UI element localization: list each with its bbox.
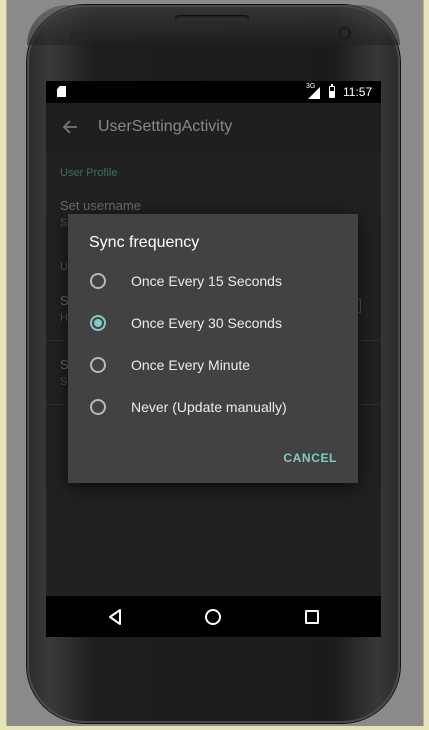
preference-username-title[interactable]: Set username [60, 198, 141, 213]
proximity-sensor [69, 32, 91, 39]
radio-button[interactable] [90, 273, 106, 289]
window-frame-bottom [0, 726, 429, 730]
option-label: Once Every 15 Seconds [131, 273, 282, 289]
option-label: Once Every 30 Seconds [131, 315, 282, 331]
option-30-seconds[interactable]: Once Every 30 Seconds [68, 303, 358, 345]
option-label: Once Every Minute [131, 357, 251, 373]
status-clock: 11:57 [343, 85, 373, 99]
sync-frequency-dialog: Sync frequency Once Every 15 Seconds Onc… [68, 214, 358, 483]
preference-2-summary: H [60, 312, 68, 324]
cancel-button[interactable]: CANCEL [283, 451, 337, 465]
network-type: 3G [306, 83, 316, 90]
window-frame-right [423, 0, 429, 730]
speaker-grille [175, 15, 249, 23]
navigation-bar [46, 596, 381, 637]
front-camera [339, 27, 351, 39]
option-label: Never (Update manually) [131, 399, 287, 415]
dialog-title: Sync frequency [89, 234, 200, 251]
preference-username-summary: S [60, 217, 68, 229]
status-bar: 3G 11:57 [46, 81, 381, 103]
radio-button-selected[interactable] [90, 315, 106, 331]
window-frame-left [0, 0, 7, 730]
option-every-minute[interactable]: Once Every Minute [68, 345, 358, 387]
sd-card-icon [57, 86, 66, 97]
category-header-2: U [60, 261, 68, 273]
nav-back-icon[interactable] [108, 609, 122, 625]
app-bar: UserSettingActivity [46, 103, 381, 153]
option-never[interactable]: Never (Update manually) [68, 387, 358, 429]
option-15-seconds[interactable]: Once Every 15 Seconds [68, 261, 358, 303]
battery-icon [329, 84, 335, 98]
radio-button[interactable] [90, 399, 106, 415]
preference-3-summary: S [60, 376, 68, 388]
radio-button[interactable] [90, 357, 106, 373]
category-header-user-profile: User Profile [60, 167, 118, 179]
nav-recents-icon[interactable] [305, 610, 319, 624]
back-arrow-icon[interactable] [62, 119, 78, 135]
page-title: UserSettingActivity [98, 118, 233, 135]
nav-home-icon[interactable] [205, 609, 221, 625]
